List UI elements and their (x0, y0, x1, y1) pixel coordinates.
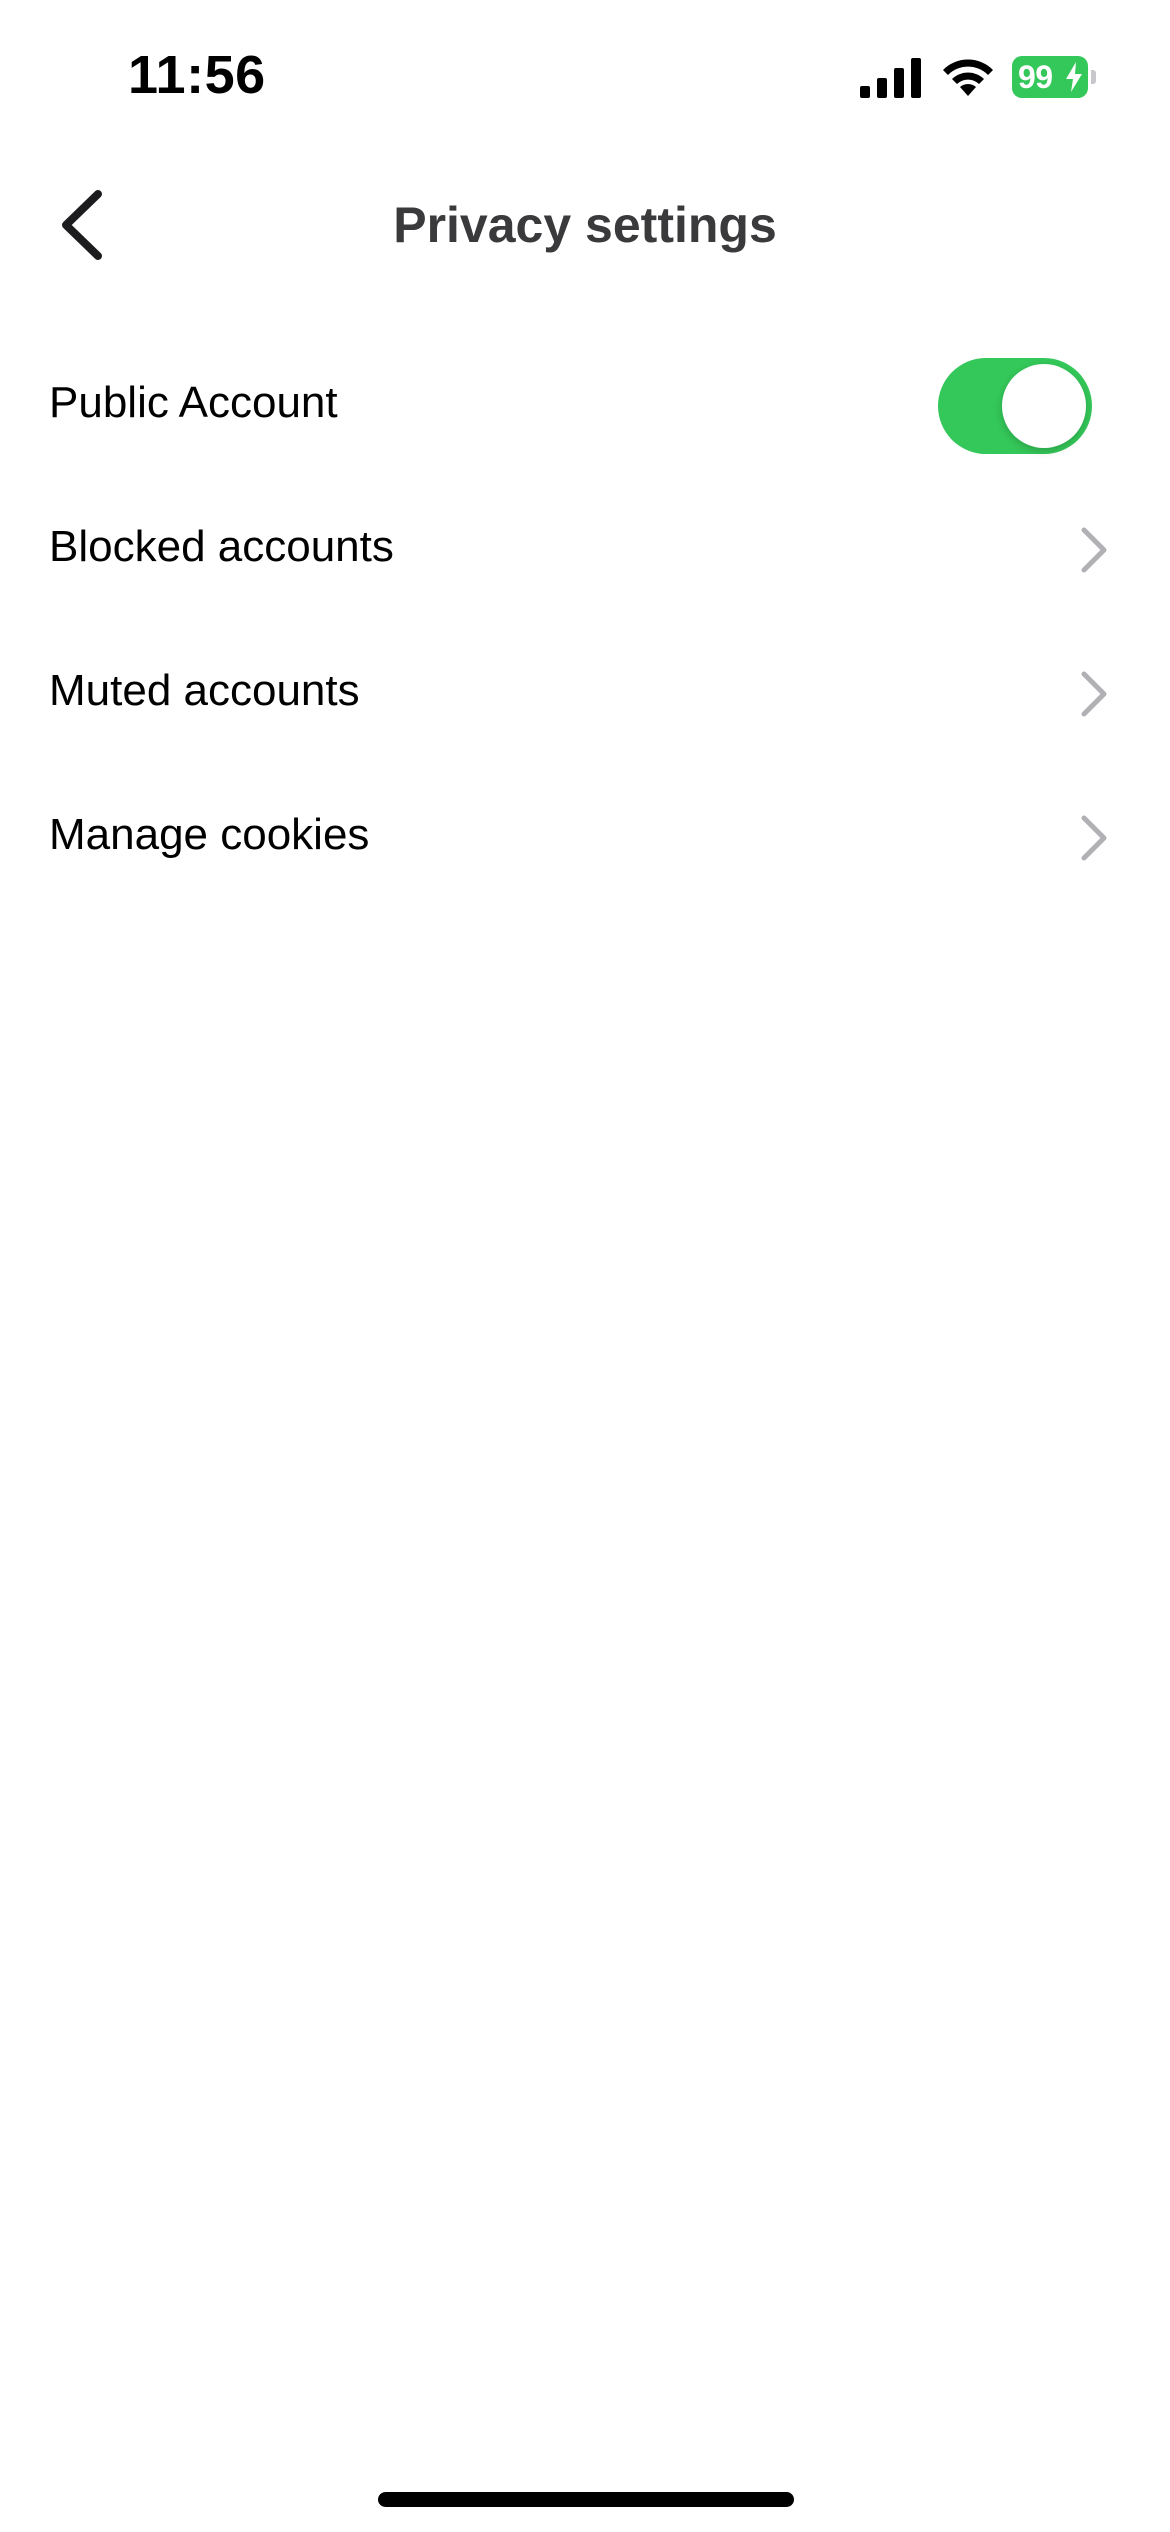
settings-item-label: Blocked accounts (49, 522, 394, 571)
public-account-label: Public Account (49, 378, 338, 427)
chevron-right-icon (1081, 527, 1107, 573)
cellular-signal-icon (860, 58, 921, 98)
chevron-right-icon (1081, 671, 1107, 717)
settings-item-muted-accounts[interactable]: Muted accounts (0, 622, 1170, 766)
wifi-icon (943, 59, 993, 96)
public-account-row: Public Account (0, 334, 1170, 478)
charging-bolt-icon (1066, 62, 1082, 92)
settings-item-blocked-accounts[interactable]: Blocked accounts (0, 478, 1170, 622)
nav-header: Privacy settings (0, 160, 1170, 290)
settings-list: Public Account Blocked accounts Muted ac… (0, 334, 1170, 910)
status-bar: 11:56 99 (0, 0, 1170, 150)
battery-cap (1091, 70, 1096, 84)
page-title: Privacy settings (393, 197, 777, 253)
status-time: 11:56 (128, 45, 266, 105)
settings-item-manage-cookies[interactable]: Manage cookies (0, 766, 1170, 910)
home-indicator (378, 2492, 794, 2507)
settings-item-label: Muted accounts (49, 666, 360, 715)
battery-icon: 99 (1012, 56, 1096, 98)
toggle-knob (1002, 364, 1086, 448)
chevron-right-icon (1081, 815, 1107, 861)
public-account-toggle[interactable] (938, 358, 1092, 454)
settings-item-label: Manage cookies (49, 810, 370, 859)
